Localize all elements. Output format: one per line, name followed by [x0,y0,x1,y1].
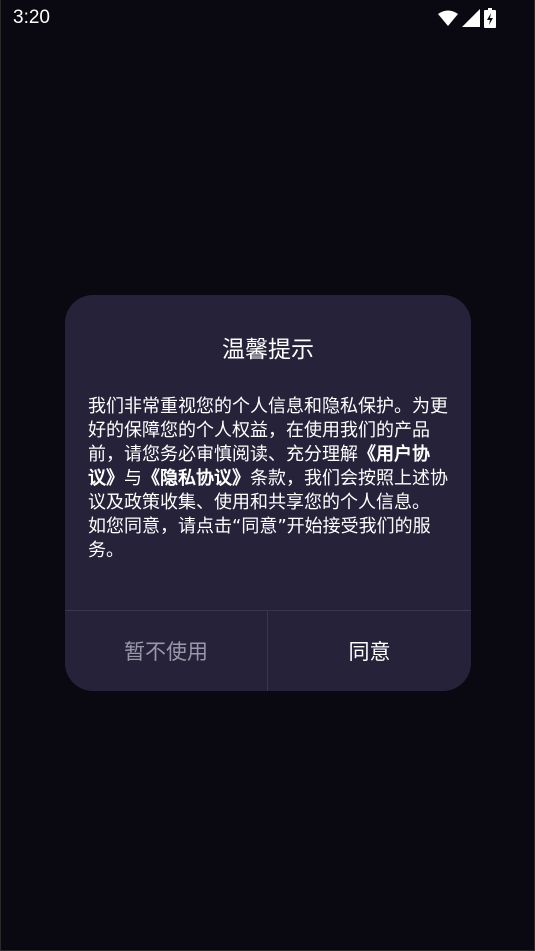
dialog-message: 我们非常重视您的个人信息和隐私保护。为更好的保障您的个人权益，在使用我们的产品前… [88,395,450,515]
dialog-consent-message: 如您同意，请点击“同意”开始接受我们的服务。 [88,516,431,561]
status-bar: 3:20 [1,0,535,38]
battery-charging-icon [484,8,496,28]
privacy-dialog: 温馨提示 我们非常重视您的个人信息和隐私保护。为更好的保障您的个人权益，在使用我… [65,295,471,691]
app-screen: 3:20 温馨提示 我们非常重视您的个人信息和隐私保护。为更好的保障您的个人权益… [0,0,535,951]
status-icons [438,7,496,29]
wifi-icon [438,10,458,26]
message-connector: 与 [124,468,142,489]
agree-button[interactable]: 同意 [268,611,471,691]
dialog-body: 我们非常重视您的个人信息和隐私保护。为更好的保障您的个人权益，在使用我们的产品前… [88,395,450,563]
dialog-title: 温馨提示 [222,337,314,363]
decline-button[interactable]: 暂不使用 [65,611,267,691]
privacy-policy-link[interactable]: 《隐私协议》 [142,468,250,489]
signal-icon [462,9,480,27]
status-time: 3:20 [13,7,50,28]
